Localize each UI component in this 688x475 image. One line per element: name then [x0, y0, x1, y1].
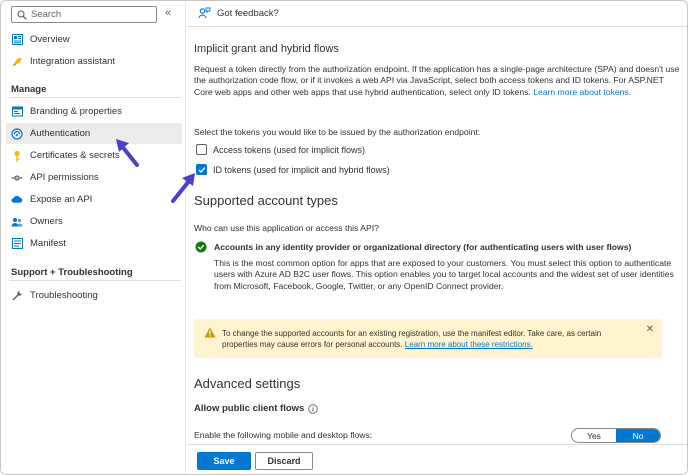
sidebar-item-manifest[interactable]: Manifest: [6, 233, 182, 254]
sidebar-item-owners[interactable]: Owners: [6, 211, 182, 232]
header-divider: [187, 26, 687, 27]
api-permissions-icon: [11, 172, 23, 184]
id-tokens-option[interactable]: ID tokens (used for implicit and hybrid …: [196, 164, 390, 175]
warning-banner: To change the supported accounts for an …: [194, 319, 662, 358]
support-heading: Support + Troubleshooting: [11, 267, 133, 278]
cloud-icon: [11, 194, 23, 206]
sidebar-item-label: Troubleshooting: [30, 290, 98, 301]
access-tokens-checkbox[interactable]: [196, 144, 207, 155]
sidebar-item-authentication[interactable]: Authentication: [6, 123, 182, 144]
sidebar-item-label: Owners: [30, 216, 63, 227]
feedback-label: Got feedback?: [217, 7, 279, 19]
feedback-icon: [198, 7, 211, 19]
account-option-title: Accounts in any identity provider or org…: [214, 242, 632, 252]
search-input[interactable]: [31, 9, 141, 20]
sidebar-item-overview[interactable]: Overview: [6, 29, 182, 50]
key-icon: [11, 150, 23, 162]
sidebar-item-label: Integration assistant: [30, 56, 116, 67]
toggle-yes-option[interactable]: Yes: [572, 429, 616, 442]
implicit-grant-title: Implicit grant and hybrid flows: [194, 43, 339, 55]
check-circle-icon: [195, 241, 207, 253]
implicit-grant-description: Request a token directly from the author…: [194, 64, 682, 98]
supported-account-types-title: Supported account types: [194, 193, 338, 208]
sidebar-item-label: Certificates & secrets: [30, 150, 120, 161]
app-window: « Overview Integration assistant Manage …: [0, 0, 688, 475]
learn-more-tokens-link[interactable]: Learn more about tokens.: [533, 87, 631, 97]
manage-heading: Manage: [11, 84, 47, 95]
toggle-no-option[interactable]: No: [616, 429, 660, 442]
warning-icon: [204, 327, 216, 338]
manifest-icon: [11, 238, 23, 250]
access-tokens-label: Access tokens (used for implicit flows): [213, 144, 366, 155]
sidebar-item-integration-assistant[interactable]: Integration assistant: [6, 51, 182, 72]
sidebar: « Overview Integration assistant Manage …: [1, 1, 186, 474]
access-tokens-option[interactable]: Access tokens (used for implicit flows): [196, 144, 365, 155]
close-icon[interactable]: ✕: [646, 324, 654, 335]
sidebar-item-expose-api[interactable]: Expose an API: [6, 189, 182, 210]
public-client-toggle[interactable]: Yes No: [571, 428, 661, 443]
save-button[interactable]: Save: [197, 452, 251, 470]
annotation-arrow-icon: [171, 173, 195, 203]
rocket-icon: [11, 56, 23, 68]
authentication-icon: [11, 127, 23, 140]
public-client-label: Allow public client flows: [194, 403, 305, 414]
annotation-arrow-icon: [116, 139, 139, 167]
id-tokens-label: ID tokens (used for implicit and hybrid …: [213, 164, 390, 175]
overview-icon: [11, 34, 23, 46]
public-client-heading: Allow public client flows: [194, 403, 319, 414]
footer-bar: Save Discard: [187, 444, 687, 474]
branding-icon: [11, 106, 23, 118]
account-option-description: This is the most common option for apps …: [214, 258, 674, 291]
info-icon[interactable]: [308, 403, 319, 414]
account-types-question: Who can use this application or access t…: [194, 223, 379, 233]
search-icon: [17, 9, 27, 20]
sidebar-item-label: Manifest: [30, 238, 66, 249]
owners-icon: [11, 216, 23, 228]
sidebar-item-label: API permissions: [30, 172, 99, 183]
divider: [9, 280, 181, 281]
divider: [9, 97, 181, 98]
token-select-prompt: Select the tokens you would like to be i…: [194, 127, 481, 137]
wrench-icon: [11, 290, 23, 302]
advanced-settings-title: Advanced settings: [194, 376, 301, 391]
restrictions-link[interactable]: Learn more about these restrictions.: [405, 340, 533, 349]
warning-message: To change the supported accounts for an …: [222, 328, 632, 350]
search-box[interactable]: [11, 6, 157, 23]
sidebar-item-branding[interactable]: Branding & properties: [6, 101, 182, 122]
discard-button[interactable]: Discard: [255, 452, 313, 470]
sidebar-item-certificates[interactable]: Certificates & secrets: [6, 145, 182, 166]
sidebar-item-label: Authentication: [30, 128, 91, 139]
sidebar-item-api-permissions[interactable]: API permissions: [6, 167, 182, 188]
sidebar-item-label: Expose an API: [30, 194, 93, 205]
collapse-sidebar-button[interactable]: «: [165, 7, 171, 19]
sidebar-item-label: Overview: [30, 34, 70, 45]
sidebar-item-label: Branding & properties: [30, 106, 122, 117]
sidebar-item-troubleshooting[interactable]: Troubleshooting: [6, 285, 182, 306]
feedback-button[interactable]: Got feedback?: [198, 7, 279, 19]
